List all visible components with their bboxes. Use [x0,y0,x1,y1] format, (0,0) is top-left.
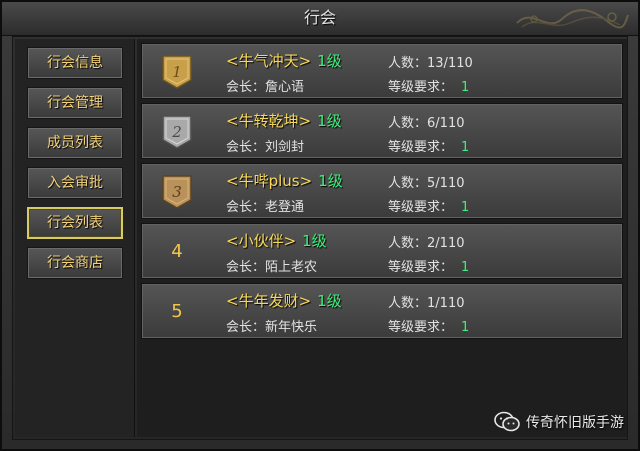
guild-level: 1级 [317,112,342,130]
guild-member-count: 人数：1/110 [388,296,465,311]
guild-leader: 会长：老登通 [226,200,305,215]
guild-level: 1级 [317,52,342,70]
rank-number: 4 [171,241,183,262]
rank-3-number: 3 [172,183,182,201]
guild-level-requirement: 等级要求： 1 [388,260,470,275]
guild-level-requirement: 等级要求： 1 [388,320,470,335]
nav-guild-list-button[interactable]: 行会列表 [27,207,123,239]
wechat-icon [494,411,520,432]
rank-number: 5 [171,301,183,322]
nav-guild-manage-button[interactable]: 行会管理 [27,87,123,119]
guild-name: <牛气冲天> 1级 [226,52,342,70]
guild-level: 1级 [302,232,327,250]
guild-level: 1级 [318,172,343,190]
guild-leader: 会长：詹心语 [226,80,305,95]
silver-shield-icon: 2 [162,115,192,149]
dragon-ornament-icon [516,9,629,29]
guild-row-4[interactable]: 4 <小伙伴> 1级 会长：陌上老农 人数：2/110 等级要求： 1 [141,223,623,279]
guild-row-3[interactable]: 3 <牛哔plus> 1级 会长：老登通 人数：5/110 等级要求： 1 [141,163,623,219]
watermark-text: 传奇怀旧版手游 [526,415,624,431]
guild-member-count: 人数：13/110 [388,56,473,71]
nav-member-list-button[interactable]: 成员列表 [27,127,123,159]
guild-name: <牛哔plus> 1级 [226,172,343,190]
title-bar: 行会 [2,2,638,36]
sidebar: 行会信息 行会管理 成员列表 入会审批 行会列表 行会商店 [15,39,135,437]
nav-guild-shop-button[interactable]: 行会商店 [27,247,123,279]
guild-level-requirement: 等级要求： 1 [388,200,470,215]
guild-window: 行会 行会信息 行会管理 成员列表 入会审批 行会列表 行会商店 1 <牛气冲天… [0,0,640,451]
guild-level: 1级 [317,292,342,310]
nav-join-approval-button[interactable]: 入会审批 [27,167,123,199]
guild-name: <牛转乾坤> 1级 [226,112,342,130]
guild-level-requirement: 等级要求： 1 [388,80,470,95]
gold-shield-icon: 1 [162,55,192,89]
guild-level-requirement: 等级要求： 1 [388,140,470,155]
guild-member-count: 人数：6/110 [388,116,465,131]
guild-row-1[interactable]: 1 <牛气冲天> 1级 会长：詹心语 人数：13/110 等级要求： 1 [141,43,623,99]
watermark: 传奇怀旧版手游 [494,411,624,433]
guild-name: <小伙伴> 1级 [226,232,327,250]
guild-leader: 会长：刘剑封 [226,140,305,155]
guild-row-2[interactable]: 2 <牛转乾坤> 1级 会长：刘剑封 人数：6/110 等级要求： 1 [141,103,623,159]
rank-2-number: 2 [171,123,182,141]
nav-guild-info-button[interactable]: 行会信息 [27,47,123,79]
guild-list: 1 <牛气冲天> 1级 会长：詹心语 人数：13/110 等级要求： 1 2 <牛转… [137,39,627,437]
guild-member-count: 人数：2/110 [388,236,465,251]
guild-leader: 会长：陌上老农 [226,260,318,275]
guild-row-5[interactable]: 5 <牛年发财> 1级 会长：新年快乐 人数：1/110 等级要求： 1 [141,283,623,339]
guild-name: <牛年发财> 1级 [226,292,342,310]
guild-leader: 会长：新年快乐 [226,320,318,335]
rank-1-number: 1 [172,63,182,81]
bronze-shield-icon: 3 [162,175,192,209]
window-content: 行会信息 行会管理 成员列表 入会审批 行会列表 行会商店 1 <牛气冲天> 1级… [12,36,628,440]
guild-member-count: 人数：5/110 [388,176,465,191]
